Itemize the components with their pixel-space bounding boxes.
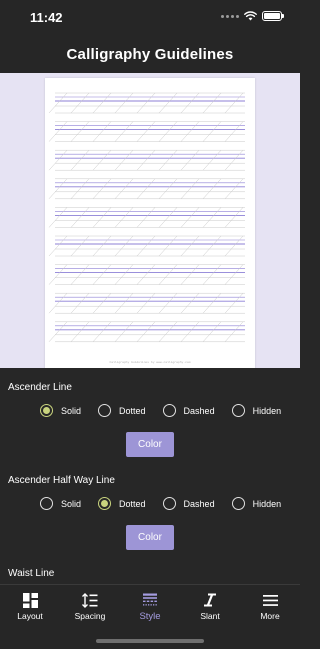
radio-option-hidden[interactable]: Hidden <box>231 404 282 417</box>
tab-more[interactable]: More <box>240 592 300 621</box>
line-style-radio-group: Solid Dotted Dashed Hidden <box>40 404 298 417</box>
wifi-icon <box>244 11 257 21</box>
guideline-block <box>48 264 245 285</box>
section-label: Ascender Half Way Line <box>8 475 115 486</box>
signal-icon <box>221 14 239 18</box>
section-label: Waist Line <box>8 568 55 579</box>
radio-button[interactable] <box>40 497 53 510</box>
slant-icon <box>202 592 218 608</box>
guideline-block <box>48 149 245 171</box>
radio-option-dotted[interactable]: Dotted <box>98 497 146 510</box>
style-icon <box>142 592 158 608</box>
tab-label: Spacing <box>74 611 106 621</box>
preview-footer-text: Calligraphy Guidelines by www.calligraph… <box>109 361 191 364</box>
status-bar: 11:42 <box>0 0 300 36</box>
guideline-block <box>48 321 245 343</box>
radio-button[interactable] <box>231 497 245 510</box>
tab-spacing[interactable]: Spacing <box>60 592 120 621</box>
status-time: 11:42 <box>30 10 63 25</box>
radio-label: Dotted <box>119 405 146 416</box>
tab-label: Layout <box>17 611 43 621</box>
tab-label: More <box>260 611 280 621</box>
half-way-color-button[interactable]: Color <box>126 525 174 550</box>
radio-button-selected[interactable] <box>98 497 112 510</box>
radio-button-selected[interactable] <box>40 404 53 417</box>
radio-label: Hidden <box>252 405 282 416</box>
radio-label: Dashed <box>183 405 215 416</box>
radio-option-solid[interactable]: Solid <box>40 404 81 417</box>
radio-option-hidden[interactable]: Hidden <box>231 497 282 510</box>
radio-option-solid[interactable]: Solid <box>40 497 81 510</box>
home-indicator <box>96 639 204 643</box>
radio-option-dashed[interactable]: Dashed <box>162 404 215 417</box>
tab-label: Slant <box>200 611 220 621</box>
radio-button[interactable] <box>162 497 176 510</box>
battery-icon <box>262 11 284 21</box>
guideline-block <box>48 121 245 142</box>
more-icon <box>262 592 278 608</box>
guideline-preview: Calligraphy Guidelines by www.calligraph… <box>0 73 300 442</box>
radio-option-dashed[interactable]: Dashed <box>162 497 215 510</box>
guideline-block <box>48 292 245 314</box>
radio-label: Dashed <box>183 498 215 509</box>
app-header: Calligraphy Guidelines <box>0 36 300 73</box>
layout-icon <box>22 592 38 608</box>
spacing-icon <box>82 592 98 608</box>
status-icons <box>221 11 284 21</box>
radio-label: Dotted <box>119 498 146 509</box>
tab-style[interactable]: Style <box>120 592 180 622</box>
guideline-drawing <box>48 92 245 343</box>
section-label: Ascender Line <box>8 382 72 393</box>
radio-button[interactable] <box>98 404 112 417</box>
guideline-block <box>48 178 245 200</box>
tab-label: Style <box>139 611 161 622</box>
radio-button[interactable] <box>162 404 176 417</box>
radio-label: Solid <box>61 405 82 416</box>
line-style-radio-group: Solid Dotted Dashed Hidden <box>40 497 298 510</box>
radio-label: Solid <box>61 498 82 509</box>
radio-label: Hidden <box>252 498 282 509</box>
guideline-block <box>48 207 245 228</box>
page-title: Calligraphy Guidelines <box>66 46 234 63</box>
radio-option-dotted[interactable]: Dotted <box>98 404 146 417</box>
tab-slant[interactable]: Slant <box>180 592 240 621</box>
radio-button[interactable] <box>231 404 245 417</box>
guideline-block <box>48 235 245 257</box>
ascender-color-button[interactable]: Color <box>126 432 174 457</box>
guideline-block <box>48 92 245 114</box>
tab-layout[interactable]: Layout <box>0 592 60 621</box>
style-settings: Ascender Line Solid Dotted Dashed Hidden… <box>0 368 300 584</box>
